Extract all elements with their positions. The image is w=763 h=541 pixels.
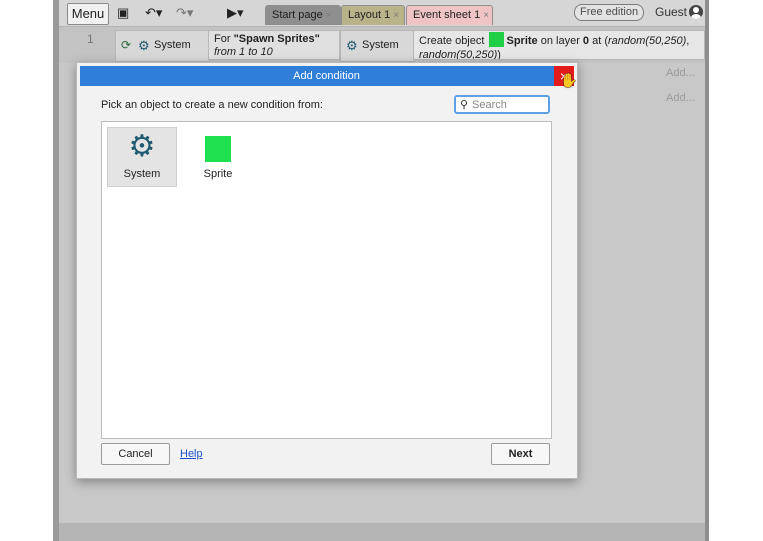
- row-number: 1: [87, 32, 94, 46]
- object-sprite[interactable]: Sprite: [183, 127, 253, 187]
- add-condition-dialog: Add condition × Pick an object to create…: [76, 62, 578, 479]
- action-object-block[interactable]: ⚙ System: [340, 30, 415, 62]
- undo-icon[interactable]: ↶▾: [145, 4, 162, 22]
- object-list: ⚙ System Sprite: [101, 121, 552, 439]
- loop-icon: ⟳: [121, 38, 132, 52]
- action-comma: ,: [686, 35, 690, 47]
- sprite-icon: [489, 32, 505, 47]
- action-close: ): [497, 49, 501, 60]
- add-event-link[interactable]: Add...: [666, 92, 695, 104]
- for-prefix: For: [214, 33, 234, 45]
- for-name: "Spawn Sprites": [233, 33, 320, 45]
- next-button[interactable]: Next: [491, 443, 550, 465]
- tab-start-page[interactable]: Start page ×: [265, 5, 341, 25]
- action-at: at (: [589, 35, 608, 47]
- tab-label: Layout 1: [348, 9, 391, 21]
- action-sprite: Sprite: [506, 35, 538, 47]
- edition-badge[interactable]: Free edition: [574, 4, 645, 21]
- gear-icon: ⚙: [138, 38, 150, 53]
- gear-icon: ⚙: [346, 38, 358, 53]
- tab-label: Start page: [272, 9, 323, 21]
- status-bar: [59, 523, 705, 541]
- object-system[interactable]: ⚙ System: [107, 127, 177, 187]
- user-label[interactable]: Guest: [655, 5, 687, 19]
- object-label: Sprite: [203, 168, 233, 180]
- condition-object-label: System: [154, 39, 191, 51]
- help-link[interactable]: Help: [180, 448, 203, 460]
- tab-event-sheet-1[interactable]: Event sheet 1 ×: [406, 5, 493, 25]
- cancel-button[interactable]: Cancel: [101, 443, 170, 465]
- for-condition[interactable]: For "Spawn Sprites" from 1 to 10: [208, 30, 340, 60]
- action-expr-x: random(50,250): [608, 35, 687, 47]
- action-object-label: System: [362, 39, 399, 51]
- close-icon[interactable]: ×: [326, 10, 332, 21]
- sprite-icon: [205, 136, 231, 162]
- redo-icon[interactable]: ↷▾: [176, 4, 193, 22]
- user-icon[interactable]: [689, 5, 703, 19]
- menu-button[interactable]: Menu: [67, 3, 109, 25]
- toolbar: Menu ▣ ↶▾ ↷▾ ▶▾ Start page × Layout 1 × Ev…: [59, 0, 705, 27]
- action-prefix: Create object: [419, 35, 488, 47]
- dialog-title: Add condition: [80, 66, 573, 86]
- add-action-link[interactable]: Add...: [666, 67, 695, 79]
- gear-icon: ⚙: [128, 130, 156, 163]
- event-row[interactable]: 1 ⟳ ⚙ System For "Spawn Sprites" from 1 …: [59, 27, 705, 63]
- save-icon[interactable]: ▣: [117, 4, 129, 22]
- for-range: from 1 to 10: [214, 46, 273, 58]
- action-create-object[interactable]: Create object Sprite on layer 0 at (rand…: [413, 30, 705, 60]
- close-icon[interactable]: ×: [393, 10, 399, 21]
- dialog-prompt: Pick an object to create a new condition…: [101, 99, 323, 111]
- tab-layout-1[interactable]: Layout 1 ×: [341, 5, 405, 25]
- search-icon: ⚲: [460, 99, 469, 111]
- action-layer-text: on layer: [537, 35, 583, 47]
- object-label: System: [123, 168, 161, 180]
- condition-block[interactable]: ⟳ ⚙ System: [115, 30, 210, 62]
- search-box[interactable]: ⚲: [454, 95, 550, 114]
- play-icon[interactable]: ▶▾: [227, 4, 244, 22]
- action-expr-y: random(50,250): [419, 49, 498, 60]
- search-input[interactable]: [472, 98, 546, 112]
- close-icon[interactable]: ×: [483, 10, 489, 21]
- tab-label: Event sheet 1: [413, 9, 481, 21]
- cursor-icon: ✋: [560, 72, 578, 88]
